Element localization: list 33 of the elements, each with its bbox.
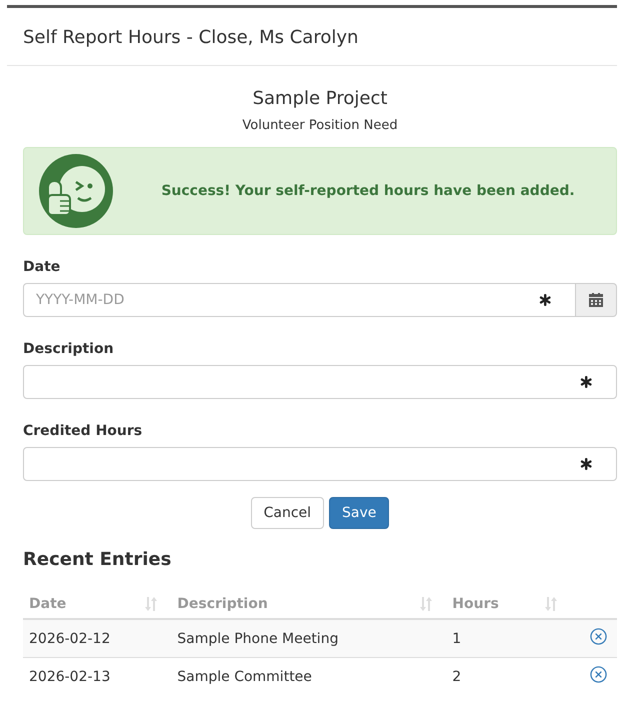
input-field[interactable] xyxy=(23,447,617,481)
required-icon xyxy=(539,294,551,306)
success-message: Success! Your self-reported hours have been added. xyxy=(160,183,576,199)
window-title: Self Report Hours - Close, Ms Carolyn xyxy=(7,8,617,66)
calendar-icon xyxy=(589,293,603,307)
column-header[interactable]: Description xyxy=(177,596,268,612)
remove-icon[interactable] xyxy=(590,628,607,645)
required-icon xyxy=(580,458,592,470)
table-cell: 2026-02-12 xyxy=(23,619,172,658)
table-cell: Sample Phone Meeting xyxy=(171,619,446,658)
column-header[interactable]: Hours xyxy=(452,596,499,612)
input-field[interactable] xyxy=(23,365,617,399)
table-cell: 2026-02-13 xyxy=(23,658,172,695)
cancel-button[interactable]: Cancel xyxy=(250,497,324,529)
input-field[interactable]: YYYY-MM-DD xyxy=(23,283,576,317)
sort-icon[interactable] xyxy=(420,597,432,611)
remove-icon[interactable] xyxy=(590,666,607,683)
table-cell: 2 xyxy=(446,658,571,695)
field-label: Description xyxy=(23,341,115,357)
column-header[interactable]: Date xyxy=(29,596,66,612)
field-label: Date xyxy=(23,259,62,275)
save-button[interactable]: Save xyxy=(329,497,390,529)
calendar-button[interactable] xyxy=(576,283,617,317)
table-cell: Sample Committee xyxy=(171,658,446,695)
table-cell: 1 xyxy=(446,619,571,658)
section-title: Recent Entries xyxy=(23,549,172,570)
sort-icon[interactable] xyxy=(545,597,557,611)
required-icon xyxy=(580,376,592,388)
sort-icon[interactable] xyxy=(145,597,158,611)
winking-thumbs-up-icon xyxy=(38,153,114,229)
project-name: Sample Project xyxy=(252,88,388,109)
position-name: Volunteer Position Need xyxy=(241,118,399,133)
field-label: Credited Hours xyxy=(23,423,144,439)
